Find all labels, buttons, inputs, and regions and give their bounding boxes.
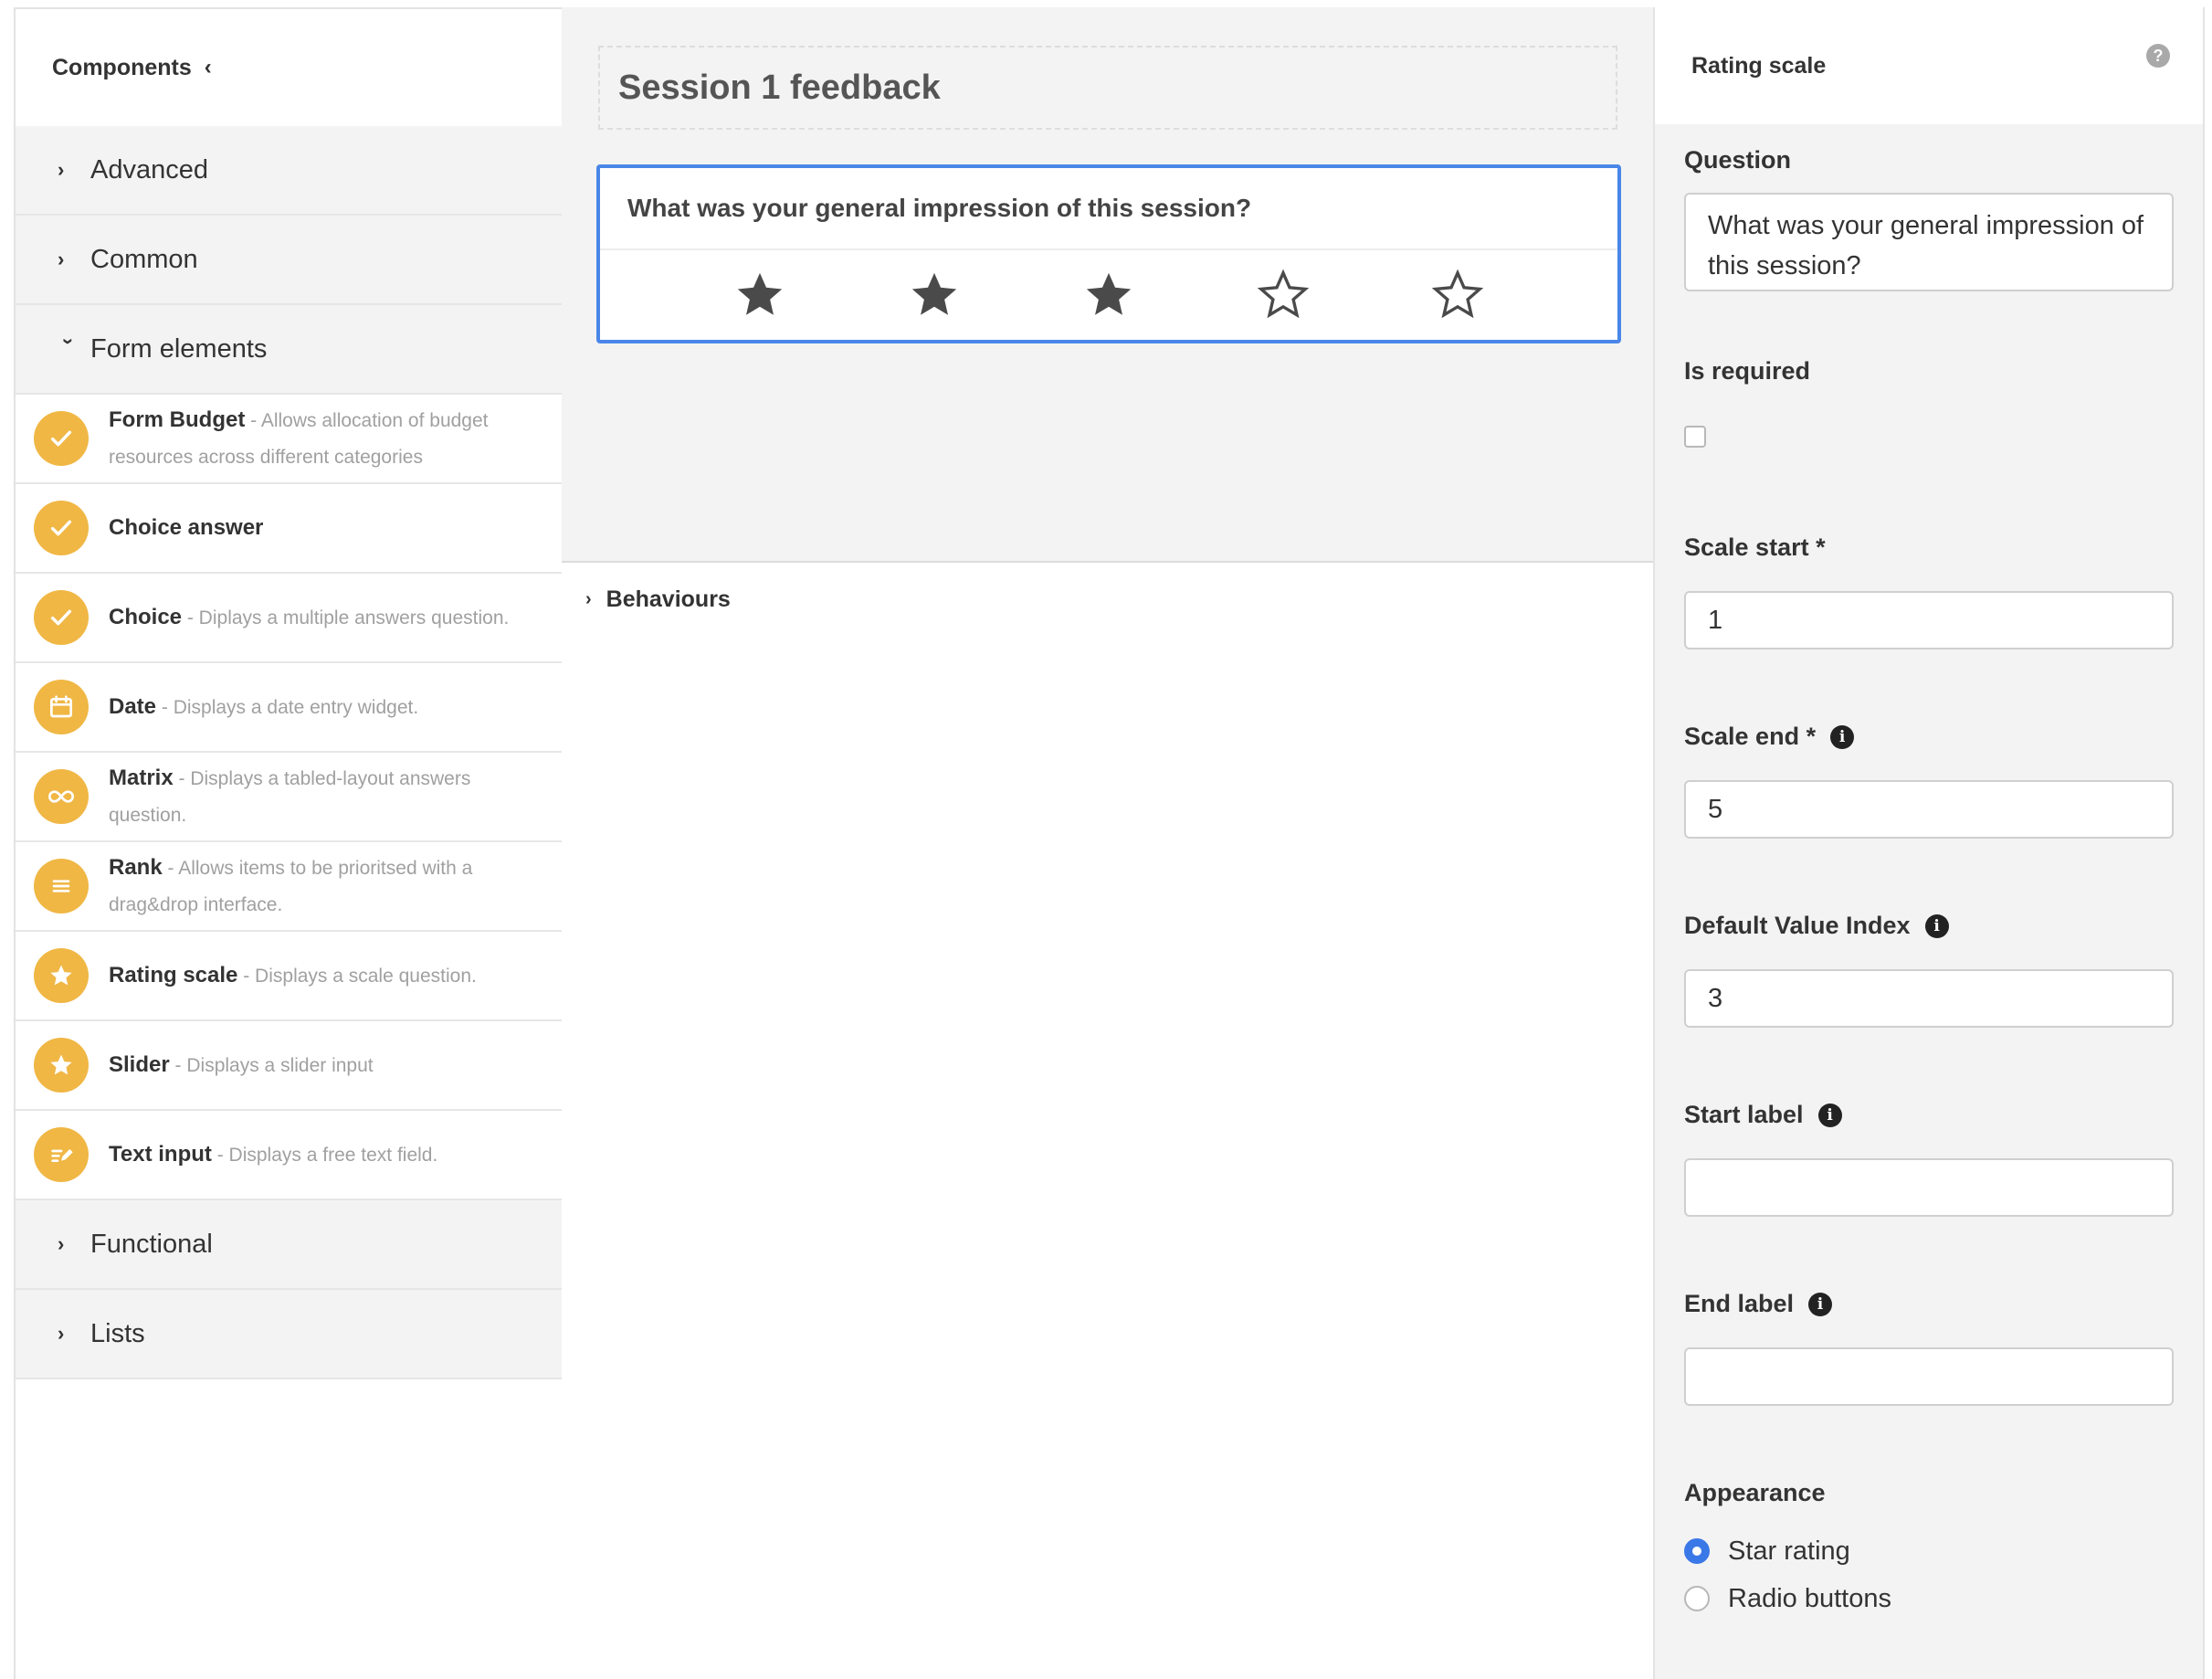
component-choice[interactable]: Choice - Diplays a multiple answers ques… (16, 574, 562, 663)
group-label: Common (90, 244, 198, 274)
appearance-label: Appearance (1684, 1479, 1826, 1506)
component-desc: - Displays a free text field. (211, 1144, 438, 1166)
default-index-input[interactable]: 3 (1684, 969, 2174, 1028)
component-name: Form Budget (109, 407, 246, 432)
end-label-input[interactable] (1684, 1347, 2174, 1406)
appearance-radio-group: Star rating Radio buttons (1684, 1527, 2172, 1622)
group-form-elements[interactable]: › Form elements (16, 305, 562, 395)
check-icon (34, 411, 89, 466)
group-common[interactable]: › Common (16, 216, 562, 305)
form-canvas: Session 1 feedback What was your general… (562, 7, 1653, 563)
components-header[interactable]: Components ‹ (16, 9, 562, 126)
components-panel: Components ‹ › Advanced › Common › Form … (14, 7, 562, 1679)
component-slider[interactable]: Slider - Displays a slider input (16, 1021, 562, 1111)
component-rating-scale[interactable]: Rating scale - Displays a scale question… (16, 932, 562, 1021)
info-icon[interactable]: i (1808, 1292, 1833, 1316)
infinity-icon (34, 769, 89, 824)
properties-header: Rating scale ? (1655, 7, 2203, 124)
component-desc: - Allows items to be prioritsed with a d… (109, 857, 473, 915)
group-label: Advanced (90, 154, 208, 185)
component-desc: - Diplays a multiple answers question. (182, 607, 510, 628)
chevron-right-icon: › (58, 1232, 65, 1255)
radio-label: Star rating (1728, 1536, 1850, 1566)
info-icon[interactable]: i (1924, 913, 1949, 938)
start-label-input[interactable] (1684, 1158, 2174, 1217)
star-icon (34, 1038, 89, 1093)
component-desc: - Displays a scale question. (237, 965, 477, 987)
default-index-label: Default Value Index i (1684, 912, 2172, 940)
component-choice-answer[interactable]: Choice answer (16, 484, 562, 574)
component-date[interactable]: Date - Displays a date entry widget. (16, 663, 562, 753)
radio-button[interactable] (1684, 1538, 1710, 1564)
question-label: Question (1684, 146, 1792, 174)
question-text: What was your general impression of this… (600, 168, 1617, 250)
group-label: Form elements (90, 333, 268, 364)
component-desc: - Displays a date entry widget. (156, 696, 419, 718)
radio-label: Radio buttons (1728, 1583, 1891, 1613)
group-label: Lists (90, 1318, 145, 1348)
scale-end-label: Scale end * i (1684, 723, 2172, 751)
info-icon[interactable]: i (1817, 1103, 1842, 1127)
question-textarea[interactable]: What was your general impression of this… (1684, 193, 2174, 291)
component-desc: - Displays a slider input (169, 1054, 374, 1076)
form-canvas-panel: Session 1 feedback What was your general… (562, 7, 1655, 1679)
properties-panel: Rating scale ? Question What was your ge… (1655, 7, 2205, 1679)
rating-question-card[interactable]: What was your general impression of this… (596, 164, 1621, 343)
scale-end-input[interactable]: 5 (1684, 780, 2174, 839)
component-name: Rank (109, 854, 163, 880)
group-advanced[interactable]: › Advanced (16, 126, 562, 216)
chevron-right-icon: › (58, 248, 65, 270)
scale-start-input[interactable]: 1 (1684, 591, 2174, 649)
properties-title: Rating scale (1691, 52, 1827, 79)
form-title[interactable]: Session 1 feedback (598, 46, 1617, 130)
component-name: Date (109, 693, 157, 719)
form-builder-page: Components ‹ › Advanced › Common › Form … (0, 0, 2212, 1679)
check-icon (34, 590, 89, 645)
star-filled-icon[interactable] (908, 269, 961, 322)
star-empty-icon[interactable] (1431, 269, 1484, 322)
components-title: Components (52, 54, 192, 80)
chevron-right-icon: › (58, 1322, 65, 1345)
behaviours-label: Behaviours (606, 586, 731, 612)
component-name: Slider (109, 1051, 170, 1077)
chevron-down-icon: › (58, 338, 80, 345)
appearance-option-star-rating[interactable]: Star rating (1684, 1527, 2172, 1575)
star-empty-icon[interactable] (1257, 269, 1310, 322)
start-label-label: Start label i (1684, 1101, 2172, 1129)
component-name: Choice answer (109, 514, 264, 540)
info-icon[interactable]: i (1830, 724, 1855, 749)
star-icon (34, 948, 89, 1003)
group-label: Functional (90, 1229, 213, 1259)
check-icon (34, 501, 89, 555)
scale-start-label: Scale start * (1684, 533, 1826, 561)
end-label-label: End label i (1684, 1290, 2172, 1318)
list-icon (34, 859, 89, 913)
component-rank[interactable]: Rank - Allows items to be prioritsed wit… (16, 842, 562, 932)
component-name: Matrix (109, 765, 174, 790)
help-icon[interactable]: ? (2146, 44, 2170, 68)
star-filled-icon[interactable] (733, 269, 786, 322)
calendar-icon (34, 680, 89, 734)
required-label: Is required (1684, 357, 1811, 385)
component-form-budget[interactable]: Form Budget - Allows allocation of budge… (16, 395, 562, 484)
behaviours-toggle[interactable]: › Behaviours (562, 563, 1653, 636)
chevron-right-icon: › (58, 158, 65, 181)
component-name: Choice (109, 604, 183, 629)
edit-icon (34, 1127, 89, 1182)
group-lists[interactable]: › Lists (16, 1290, 562, 1379)
component-name: Text input (109, 1141, 212, 1167)
appearance-option-radio-buttons[interactable]: Radio buttons (1684, 1575, 2172, 1622)
required-checkbox[interactable] (1684, 426, 1706, 448)
star-rating[interactable] (600, 250, 1617, 340)
star-filled-icon[interactable] (1082, 269, 1135, 322)
component-matrix[interactable]: Matrix - Displays a tabled-layout answer… (16, 753, 562, 842)
group-functional[interactable]: › Functional (16, 1200, 562, 1290)
component-name: Rating scale (109, 962, 238, 987)
chevron-right-icon: › (585, 588, 592, 609)
radio-button[interactable] (1684, 1586, 1710, 1611)
collapse-chevron-icon[interactable]: ‹ (205, 55, 212, 80)
component-text-input[interactable]: Text input - Displays a free text field. (16, 1111, 562, 1200)
